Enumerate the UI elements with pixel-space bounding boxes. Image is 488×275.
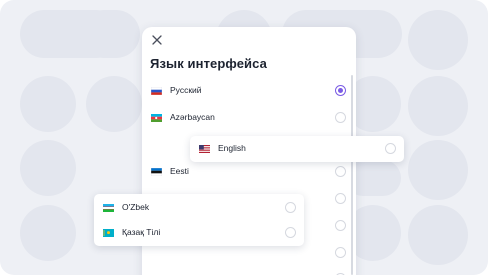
radio-unselected[interactable] [285,227,296,238]
bg-shape [20,76,76,132]
bg-shape [20,140,76,196]
language-label: Қазақ Тілі [122,227,161,237]
language-option-ru[interactable]: Русский [142,78,348,104]
radio-unselected[interactable] [385,143,396,154]
ru-flag-icon [151,87,162,95]
radio-unselected[interactable] [335,112,346,123]
language-label: Azərbaycan [170,112,215,122]
radio-unselected[interactable] [335,220,346,231]
bg-shape [80,10,140,58]
bg-shape [408,76,468,136]
az-flag-icon [151,114,162,122]
radio-selected[interactable] [335,85,346,96]
kz-flag-icon [103,229,114,237]
language-option-uz[interactable]: O'Zbek [94,195,304,221]
bg-shape [408,205,468,265]
bg-shape [86,76,142,132]
language-option-az[interactable]: Azərbaycan [142,105,348,131]
language-label: Eesti [170,166,189,176]
close-button[interactable] [150,33,164,47]
radio-unselected[interactable] [335,193,346,204]
ee-flag-icon [151,168,162,176]
background-frame: Язык интерфейса Русский Azərbaycan Eesti… [0,0,488,275]
bg-shape [20,205,76,261]
language-option-en[interactable]: English [190,136,404,162]
dialog-title: Язык интерфейса [150,56,267,71]
language-label: Русский [170,85,202,95]
scrollbar[interactable] [351,75,353,275]
uz-flag-icon [103,204,114,212]
radio-unselected[interactable] [285,202,296,213]
radio-unselected[interactable] [335,166,346,177]
us-flag-icon [199,145,210,153]
bg-shape [408,140,468,200]
language-option-ee[interactable]: Eesti [142,159,348,185]
language-label: O'Zbek [122,202,150,212]
language-option-kz[interactable]: Қазақ Тілі [94,220,304,246]
language-card-english[interactable]: English [190,136,404,162]
close-icon [152,35,162,45]
bg-shape [408,10,468,70]
language-card-uz-kz: O'Zbek Қазақ Тілі [94,194,304,246]
radio-unselected[interactable] [335,247,346,258]
language-label: English [218,143,246,153]
